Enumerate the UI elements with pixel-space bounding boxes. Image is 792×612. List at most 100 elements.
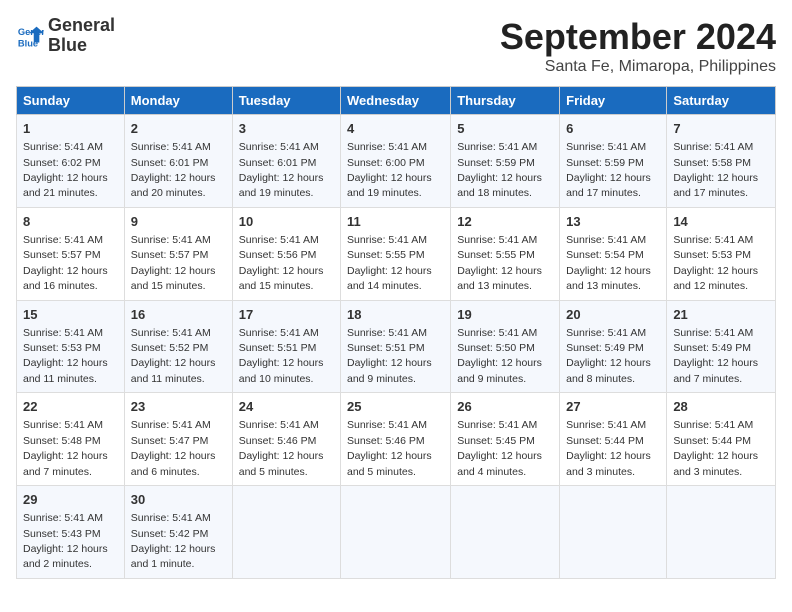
day-detail: Sunrise: 5:41 AMSunset: 5:44 PMDaylight:… (566, 419, 651, 477)
calendar-cell: 1 Sunrise: 5:41 AMSunset: 6:02 PMDayligh… (17, 115, 125, 208)
calendar-cell: 9 Sunrise: 5:41 AMSunset: 5:57 PMDayligh… (124, 207, 232, 300)
calendar-cell: 13 Sunrise: 5:41 AMSunset: 5:54 PMDaylig… (560, 207, 667, 300)
day-detail: Sunrise: 5:41 AMSunset: 5:44 PMDaylight:… (673, 419, 758, 477)
day-detail: Sunrise: 5:41 AMSunset: 5:59 PMDaylight:… (566, 141, 651, 199)
day-number: 8 (23, 213, 118, 231)
calendar-cell: 17 Sunrise: 5:41 AMSunset: 5:51 PMDaylig… (232, 300, 340, 393)
day-number: 3 (239, 120, 334, 138)
day-detail: Sunrise: 5:41 AMSunset: 5:53 PMDaylight:… (23, 327, 108, 385)
calendar-cell: 2 Sunrise: 5:41 AMSunset: 6:01 PMDayligh… (124, 115, 232, 208)
day-detail: Sunrise: 5:41 AMSunset: 5:59 PMDaylight:… (457, 141, 542, 199)
day-number: 4 (347, 120, 444, 138)
day-detail: Sunrise: 5:41 AMSunset: 5:51 PMDaylight:… (347, 327, 432, 385)
calendar-cell: 14 Sunrise: 5:41 AMSunset: 5:53 PMDaylig… (667, 207, 776, 300)
col-sunday: Sunday (17, 87, 125, 115)
calendar-table: Sunday Monday Tuesday Wednesday Thursday… (16, 86, 776, 579)
calendar-cell (667, 486, 776, 579)
day-detail: Sunrise: 5:41 AMSunset: 5:50 PMDaylight:… (457, 327, 542, 385)
calendar-cell: 26 Sunrise: 5:41 AMSunset: 5:45 PMDaylig… (451, 393, 560, 486)
day-number: 23 (131, 398, 226, 416)
calendar-cell: 15 Sunrise: 5:41 AMSunset: 5:53 PMDaylig… (17, 300, 125, 393)
day-number: 7 (673, 120, 769, 138)
day-number: 18 (347, 306, 444, 324)
logo-icon: General Blue (16, 22, 44, 50)
calendar-cell: 11 Sunrise: 5:41 AMSunset: 5:55 PMDaylig… (341, 207, 451, 300)
calendar-cell: 18 Sunrise: 5:41 AMSunset: 5:51 PMDaylig… (341, 300, 451, 393)
day-number: 11 (347, 213, 444, 231)
day-detail: Sunrise: 5:41 AMSunset: 5:58 PMDaylight:… (673, 141, 758, 199)
calendar-cell: 16 Sunrise: 5:41 AMSunset: 5:52 PMDaylig… (124, 300, 232, 393)
day-number: 20 (566, 306, 660, 324)
day-detail: Sunrise: 5:41 AMSunset: 5:45 PMDaylight:… (457, 419, 542, 477)
calendar-cell: 28 Sunrise: 5:41 AMSunset: 5:44 PMDaylig… (667, 393, 776, 486)
day-number: 10 (239, 213, 334, 231)
day-detail: Sunrise: 5:41 AMSunset: 5:56 PMDaylight:… (239, 234, 324, 292)
col-wednesday: Wednesday (341, 87, 451, 115)
calendar-cell: 25 Sunrise: 5:41 AMSunset: 5:46 PMDaylig… (341, 393, 451, 486)
calendar-cell (232, 486, 340, 579)
calendar-cell: 23 Sunrise: 5:41 AMSunset: 5:47 PMDaylig… (124, 393, 232, 486)
day-detail: Sunrise: 5:41 AMSunset: 5:57 PMDaylight:… (23, 234, 108, 292)
calendar-cell: 7 Sunrise: 5:41 AMSunset: 5:58 PMDayligh… (667, 115, 776, 208)
day-detail: Sunrise: 5:41 AMSunset: 5:57 PMDaylight:… (131, 234, 216, 292)
day-detail: Sunrise: 5:41 AMSunset: 5:55 PMDaylight:… (347, 234, 432, 292)
day-number: 30 (131, 491, 226, 509)
title-section: September 2024 Santa Fe, Mimaropa, Phili… (500, 16, 776, 76)
day-detail: Sunrise: 5:41 AMSunset: 5:43 PMDaylight:… (23, 512, 108, 570)
day-detail: Sunrise: 5:41 AMSunset: 5:53 PMDaylight:… (673, 234, 758, 292)
day-detail: Sunrise: 5:41 AMSunset: 6:02 PMDaylight:… (23, 141, 108, 199)
day-detail: Sunrise: 5:41 AMSunset: 5:52 PMDaylight:… (131, 327, 216, 385)
day-number: 1 (23, 120, 118, 138)
day-number: 24 (239, 398, 334, 416)
day-detail: Sunrise: 5:41 AMSunset: 5:42 PMDaylight:… (131, 512, 216, 570)
calendar-cell: 6 Sunrise: 5:41 AMSunset: 5:59 PMDayligh… (560, 115, 667, 208)
day-detail: Sunrise: 5:41 AMSunset: 6:00 PMDaylight:… (347, 141, 432, 199)
page-header: General Blue General Blue September 2024… (16, 16, 776, 76)
calendar-week-row: 15 Sunrise: 5:41 AMSunset: 5:53 PMDaylig… (17, 300, 776, 393)
day-detail: Sunrise: 5:41 AMSunset: 5:51 PMDaylight:… (239, 327, 324, 385)
calendar-cell: 12 Sunrise: 5:41 AMSunset: 5:55 PMDaylig… (451, 207, 560, 300)
calendar-cell: 22 Sunrise: 5:41 AMSunset: 5:48 PMDaylig… (17, 393, 125, 486)
calendar-week-row: 22 Sunrise: 5:41 AMSunset: 5:48 PMDaylig… (17, 393, 776, 486)
calendar-cell: 5 Sunrise: 5:41 AMSunset: 5:59 PMDayligh… (451, 115, 560, 208)
day-number: 21 (673, 306, 769, 324)
calendar-cell (451, 486, 560, 579)
day-number: 5 (457, 120, 553, 138)
day-number: 16 (131, 306, 226, 324)
day-detail: Sunrise: 5:41 AMSunset: 5:46 PMDaylight:… (239, 419, 324, 477)
calendar-week-row: 8 Sunrise: 5:41 AMSunset: 5:57 PMDayligh… (17, 207, 776, 300)
location-title: Santa Fe, Mimaropa, Philippines (500, 58, 776, 76)
col-saturday: Saturday (667, 87, 776, 115)
day-number: 25 (347, 398, 444, 416)
day-number: 6 (566, 120, 660, 138)
calendar-week-row: 1 Sunrise: 5:41 AMSunset: 6:02 PMDayligh… (17, 115, 776, 208)
day-detail: Sunrise: 5:41 AMSunset: 6:01 PMDaylight:… (239, 141, 324, 199)
calendar-cell: 10 Sunrise: 5:41 AMSunset: 5:56 PMDaylig… (232, 207, 340, 300)
day-number: 9 (131, 213, 226, 231)
day-number: 29 (23, 491, 118, 509)
col-monday: Monday (124, 87, 232, 115)
day-number: 27 (566, 398, 660, 416)
logo-text: General Blue (48, 16, 115, 56)
day-number: 15 (23, 306, 118, 324)
day-number: 2 (131, 120, 226, 138)
day-number: 13 (566, 213, 660, 231)
col-thursday: Thursday (451, 87, 560, 115)
calendar-cell: 19 Sunrise: 5:41 AMSunset: 5:50 PMDaylig… (451, 300, 560, 393)
col-friday: Friday (560, 87, 667, 115)
calendar-cell (341, 486, 451, 579)
calendar-cell: 29 Sunrise: 5:41 AMSunset: 5:43 PMDaylig… (17, 486, 125, 579)
day-number: 12 (457, 213, 553, 231)
calendar-cell (560, 486, 667, 579)
calendar-cell: 8 Sunrise: 5:41 AMSunset: 5:57 PMDayligh… (17, 207, 125, 300)
calendar-cell: 3 Sunrise: 5:41 AMSunset: 6:01 PMDayligh… (232, 115, 340, 208)
day-detail: Sunrise: 5:41 AMSunset: 5:48 PMDaylight:… (23, 419, 108, 477)
month-title: September 2024 (500, 16, 776, 58)
calendar-cell: 21 Sunrise: 5:41 AMSunset: 5:49 PMDaylig… (667, 300, 776, 393)
day-number: 26 (457, 398, 553, 416)
calendar-week-row: 29 Sunrise: 5:41 AMSunset: 5:43 PMDaylig… (17, 486, 776, 579)
day-detail: Sunrise: 5:41 AMSunset: 5:54 PMDaylight:… (566, 234, 651, 292)
day-detail: Sunrise: 5:41 AMSunset: 5:49 PMDaylight:… (566, 327, 651, 385)
logo: General Blue General Blue (16, 16, 115, 56)
calendar-cell: 27 Sunrise: 5:41 AMSunset: 5:44 PMDaylig… (560, 393, 667, 486)
